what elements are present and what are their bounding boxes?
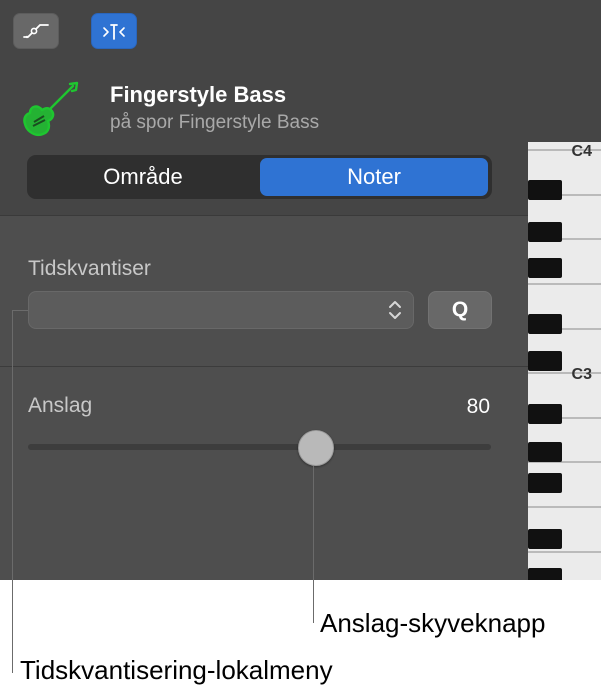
track-name: Fingerstyle Bass bbox=[110, 82, 287, 107]
velocity-slider-knob[interactable] bbox=[297, 430, 334, 466]
callout-velocity-slider: Anslag-skyveknapp bbox=[320, 608, 546, 638]
time-quantize-popup-menu[interactable] bbox=[28, 291, 414, 329]
automation-curve-icon bbox=[23, 24, 49, 39]
piano-keys: C4 C3 bbox=[528, 143, 601, 580]
key-label-c3: C3 bbox=[572, 366, 593, 383]
black-key[interactable] bbox=[528, 473, 562, 493]
quantize-button[interactable]: Q bbox=[428, 291, 492, 329]
black-key[interactable] bbox=[528, 442, 562, 462]
piano-roll-editor-icon bbox=[103, 24, 125, 40]
tab-region[interactable]: Område bbox=[30, 158, 256, 196]
automation-button[interactable] bbox=[13, 13, 59, 49]
piano-roll-editor-button[interactable] bbox=[91, 13, 137, 49]
callout-line-velocity bbox=[313, 466, 314, 623]
mode-segmented-control: Område Noter bbox=[27, 155, 492, 199]
black-key[interactable] bbox=[528, 180, 562, 200]
callout-quantize-menu: Tidskvantisering-lokalmeny bbox=[20, 655, 333, 685]
inspector-header: Fingerstyle Bass på spor Fingerstyle Bas… bbox=[0, 0, 601, 216]
black-key[interactable] bbox=[528, 222, 562, 242]
key-label-c4: C4 bbox=[572, 143, 593, 160]
black-key[interactable] bbox=[528, 314, 562, 334]
track-inspector-panel: Fingerstyle Bass på spor Fingerstyle Bas… bbox=[0, 0, 601, 580]
chevron-up-down-icon bbox=[389, 301, 401, 319]
velocity-value: 80 bbox=[466, 395, 490, 418]
callout-line-quantize bbox=[12, 310, 13, 673]
bass-guitar-icon bbox=[23, 81, 79, 137]
tab-notes[interactable]: Noter bbox=[260, 158, 488, 196]
black-key[interactable] bbox=[528, 351, 562, 371]
section-divider bbox=[0, 366, 528, 367]
callout-tick-quantize bbox=[12, 310, 28, 311]
quantize-label: Tidskvantiser bbox=[28, 257, 151, 280]
black-key[interactable] bbox=[528, 258, 562, 278]
piano-keyboard[interactable]: C4 C3 bbox=[528, 142, 601, 580]
velocity-slider-track[interactable] bbox=[28, 444, 491, 450]
black-key[interactable] bbox=[528, 568, 562, 580]
black-key[interactable] bbox=[528, 529, 562, 549]
velocity-label: Anslag bbox=[28, 394, 93, 417]
black-key[interactable] bbox=[528, 404, 562, 424]
track-subtitle: på spor Fingerstyle Bass bbox=[110, 112, 320, 133]
